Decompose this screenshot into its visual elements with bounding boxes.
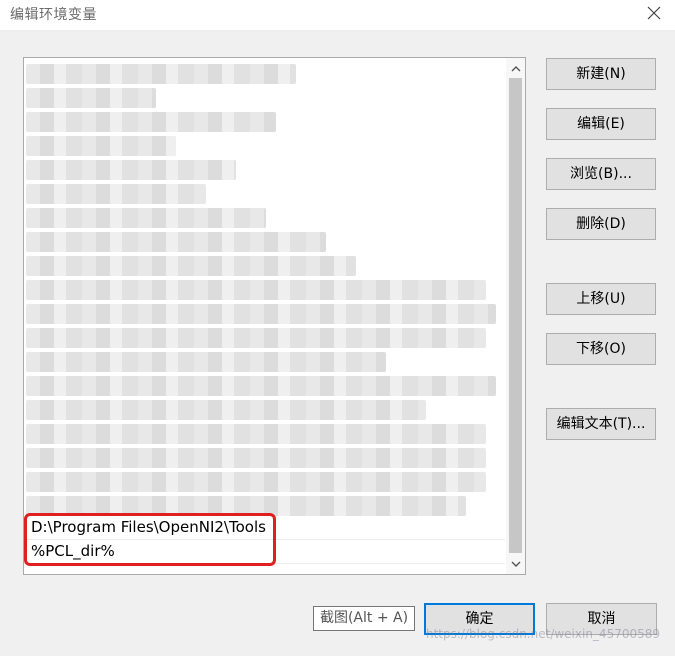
obscured-list-item[interactable] xyxy=(26,184,206,204)
delete-button[interactable]: 删除(D) xyxy=(546,208,656,240)
edit-button[interactable]: 编辑(E) xyxy=(546,108,656,140)
obscured-list-item[interactable] xyxy=(26,112,276,132)
obscured-list-item[interactable] xyxy=(26,496,466,516)
move-down-button[interactable]: 下移(O) xyxy=(546,333,656,365)
obscured-list-item[interactable] xyxy=(26,376,496,396)
close-icon[interactable] xyxy=(645,4,663,22)
obscured-list-item[interactable] xyxy=(26,448,486,468)
scroll-up-icon[interactable] xyxy=(508,61,523,76)
obscured-list-item[interactable] xyxy=(26,352,386,372)
move-up-button[interactable]: 上移(U) xyxy=(546,283,656,315)
obscured-list-item[interactable] xyxy=(26,256,356,276)
scroll-down-icon[interactable] xyxy=(508,556,523,571)
obscured-list-item[interactable] xyxy=(26,208,266,228)
env-variable-list[interactable]: D:\Program Files\OpenNI2\Tools %PCL_dir% xyxy=(23,57,526,575)
watermark-text: https://blog.csdn.net/weixin_45700589 xyxy=(426,627,661,641)
obscured-list-item[interactable] xyxy=(26,400,426,420)
obscured-list-item[interactable] xyxy=(26,472,486,492)
obscured-list-item[interactable] xyxy=(26,280,486,300)
obscured-list-item[interactable] xyxy=(26,160,236,180)
obscured-list-item[interactable] xyxy=(26,424,486,444)
obscured-list-item[interactable] xyxy=(26,328,486,348)
list-item-openni2-tools[interactable]: D:\Program Files\OpenNI2\Tools xyxy=(24,516,505,540)
scroll-thumb[interactable] xyxy=(509,78,522,553)
obscured-list-item[interactable] xyxy=(26,88,156,108)
obscured-list-item[interactable] xyxy=(26,136,176,156)
obscured-list-item[interactable] xyxy=(26,304,496,324)
list-item-pcl-dir[interactable]: %PCL_dir% xyxy=(24,540,505,564)
screenshot-tooltip: 截图(Alt + A) xyxy=(313,606,415,631)
title-bar: 编辑环境变量 xyxy=(0,0,675,30)
vertical-scrollbar[interactable] xyxy=(506,58,525,574)
window-title: 编辑环境变量 xyxy=(10,7,97,23)
browse-button[interactable]: 浏览(B)... xyxy=(546,158,656,190)
obscured-list-item[interactable] xyxy=(26,232,326,252)
obscured-list-item[interactable] xyxy=(26,64,296,84)
edit-text-button[interactable]: 编辑文本(T)... xyxy=(546,408,656,440)
new-button[interactable]: 新建(N) xyxy=(546,58,656,90)
